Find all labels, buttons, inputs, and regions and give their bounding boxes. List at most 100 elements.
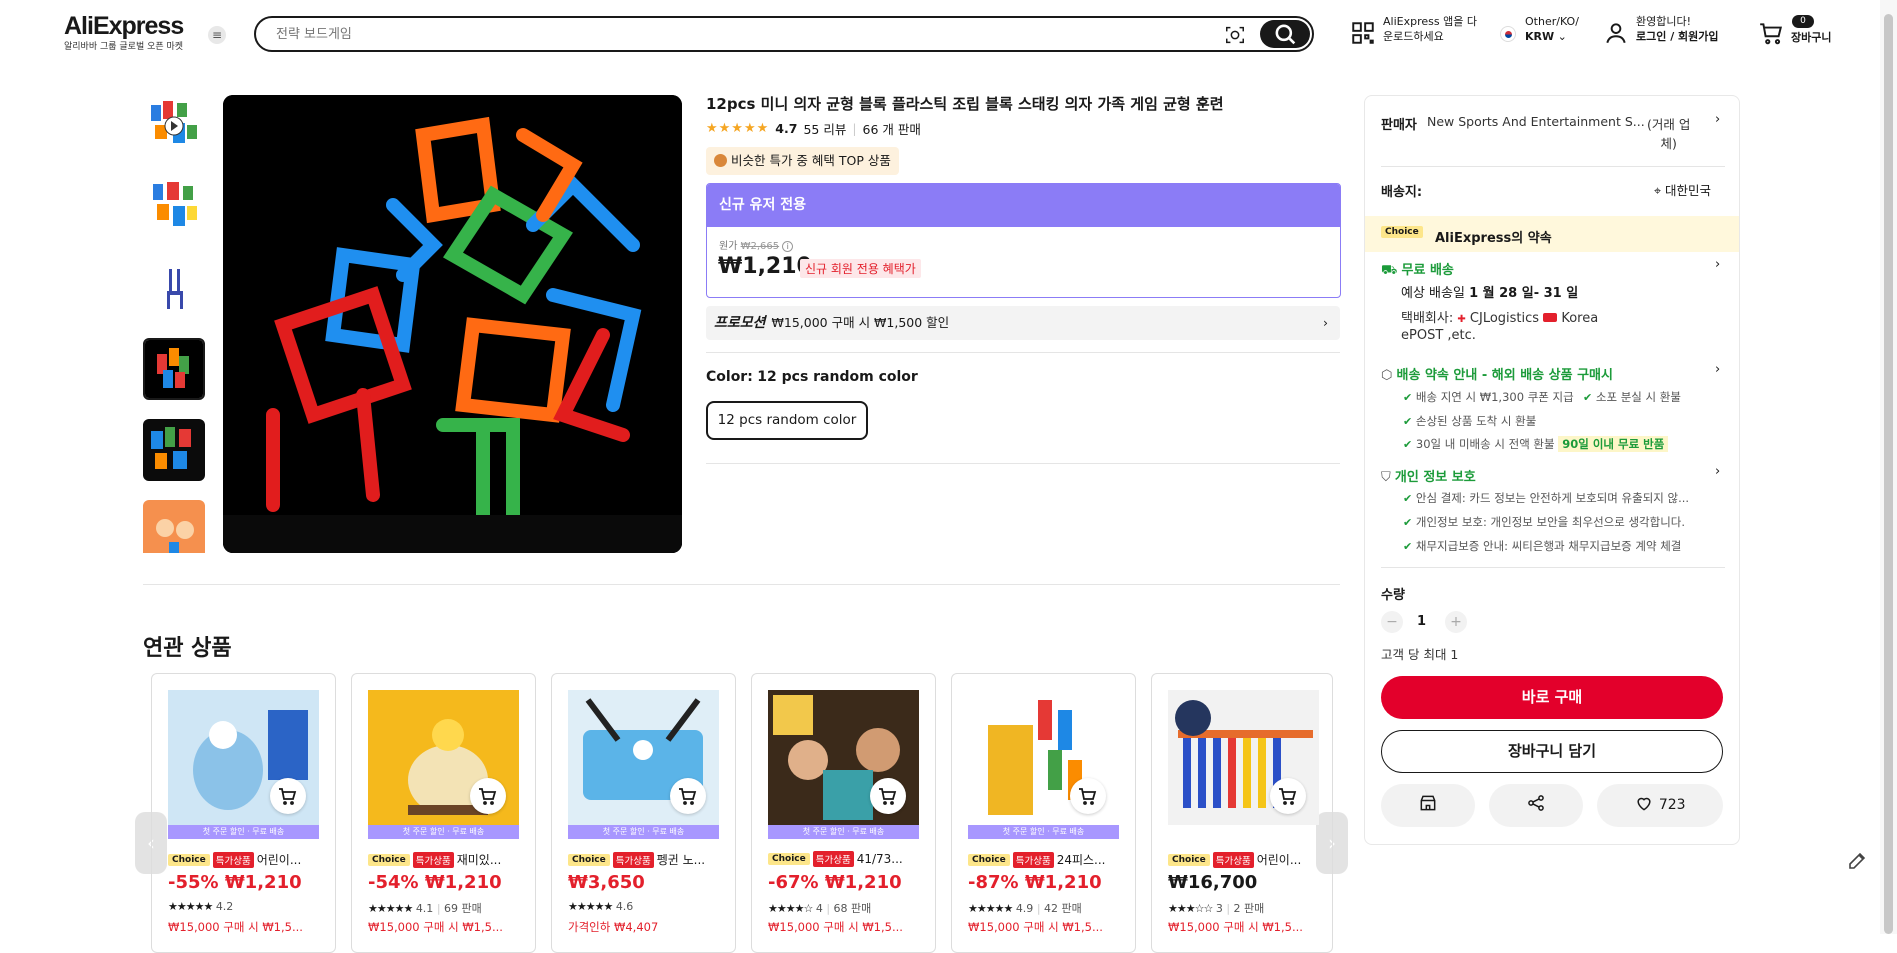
menu-icon[interactable]: ≡ (208, 26, 226, 44)
thumbnail-video[interactable] (143, 95, 205, 157)
thumbnail-image[interactable] (143, 500, 205, 553)
add-to-cart-button[interactable]: 장바구니 담기 (1381, 730, 1723, 773)
card-price: -87% ₩1,210 (968, 872, 1102, 893)
chevron-right-icon[interactable]: › (1715, 362, 1720, 377)
add-to-cart-icon[interactable] (870, 778, 906, 814)
thumbnail-image-selected[interactable] (143, 338, 205, 400)
account-link[interactable]: 환영합니다! 로그인 / 회원가입 (1636, 14, 1719, 44)
divider (1381, 567, 1725, 568)
privacy-item: ✔ 안심 결제: 카드 정보는 안전하게 보호되며 유출되지 않... (1403, 490, 1689, 506)
add-to-cart-icon[interactable] (670, 778, 706, 814)
promise-item-text: 손상된 상품 도착 시 환불 (1415, 414, 1537, 428)
chevron-right-icon[interactable]: › (1715, 464, 1720, 479)
quantity-decrease-button[interactable]: − (1381, 611, 1403, 633)
store-button[interactable] (1381, 784, 1475, 827)
cart-count-badge: 0 (1792, 15, 1814, 28)
main-product-image[interactable] (223, 95, 682, 553)
related-product-card[interactable]: 첫 주문 할인 · 무료 배송 Choice 특가상품 24피스... -87% ₩… (951, 673, 1136, 953)
region-currency-selector[interactable]: Other/KO/ KRW ⌄ (1525, 14, 1579, 44)
chevron-right-icon[interactable]: › (1715, 112, 1720, 127)
seller-row[interactable]: 판매자 (1381, 114, 1417, 133)
promo-band: 첫 주문 할인 · 무료 배송 (368, 825, 519, 839)
related-product-card[interactable]: 첫 주문 할인 · 무료 배송 Choice 특가상품 재미있... -54% ₩1… (351, 673, 536, 953)
wishlist-button[interactable]: 723 (1597, 784, 1723, 827)
related-products-heading: 연관 상품 (143, 636, 232, 661)
thumbnail-image[interactable] (143, 257, 205, 319)
promo-band: 첫 주문 할인 · 무료 배송 (768, 825, 919, 839)
qr-code-icon[interactable] (1350, 20, 1376, 46)
quantity-increase-button[interactable]: + (1445, 611, 1467, 633)
aliexpress-logo[interactable]: AliExpress 알리바바 그룹 글로벌 오픈 마켓 (64, 12, 184, 52)
download-app-link[interactable]: AliExpress 앱을 다 운로드하세요 (1383, 14, 1477, 44)
free-shipping-row[interactable]: ⛟ 무료 배송 (1381, 259, 1454, 280)
cart-icon[interactable] (1757, 20, 1785, 46)
seller-name[interactable]: New Sports And Entertainment S... (1427, 114, 1645, 129)
login-signup-link[interactable]: 로그인 / 회원가입 (1636, 30, 1719, 43)
feedback-edit-icon[interactable] (1846, 848, 1870, 872)
original-price-label: 원가 (719, 241, 738, 252)
quantity-value[interactable]: 1 (1417, 614, 1426, 629)
search-button[interactable] (1260, 20, 1310, 48)
related-product-card[interactable]: 첫 주문 할인 · 무료 배송 Choice 특가상품 어린이... -55% ₩1… (151, 673, 336, 953)
search-bar (254, 16, 1314, 52)
card-price: ₩3,650 (568, 872, 645, 893)
seller-label: 판매자 (1381, 118, 1417, 133)
delivery-promise-title: 배송 약속 안내 - 해외 배송 상품 구매시 (1396, 368, 1613, 383)
sale-chip: 특가상품 (412, 851, 454, 868)
sale-chip: 특가상품 (1212, 851, 1254, 868)
cart-label[interactable]: 장바구니 (1791, 30, 1831, 45)
add-to-cart-icon[interactable] (470, 778, 506, 814)
color-option-button[interactable]: 12 pcs random color (706, 401, 868, 440)
card-price: -55% ₩1,210 (168, 872, 302, 893)
page-scrollbar[interactable] (1880, 0, 1897, 934)
thumbnail-image[interactable] (143, 176, 205, 238)
search-input[interactable] (276, 24, 1176, 44)
promo-band: 첫 주문 할인 · 무료 배송 (568, 825, 719, 839)
ship-to-selector[interactable]: ⌖ 대한민국 (1654, 180, 1711, 199)
carrier-label: 택배회사: (1401, 311, 1454, 326)
image-search-icon[interactable] (1224, 24, 1246, 46)
korea-flag-icon (1500, 26, 1516, 42)
card-title: Choice 특가상품 24피스... (968, 851, 1128, 868)
card-sold: 69 판매 (444, 902, 482, 915)
thumbnail-image[interactable] (143, 419, 205, 481)
promotion-row[interactable]: 프로모션 ₩15,000 구매 시 ₩1,500 할인 › (706, 306, 1340, 340)
card-title: Choice 특가상품 어린이... (1168, 851, 1328, 868)
card-price: -67% ₩1,210 (768, 872, 902, 893)
user-icon[interactable] (1603, 20, 1629, 46)
section-divider (143, 584, 1340, 585)
share-button[interactable] (1489, 784, 1583, 827)
card-rating-value: 4.1 (415, 902, 434, 915)
color-label-key: Color: (706, 369, 753, 385)
share-icon (1528, 795, 1544, 811)
card-rating: ★★★★★ 4.9 | 42 판매 (968, 902, 1082, 915)
info-icon[interactable]: i (782, 241, 794, 252)
choice-chip: Choice (568, 853, 610, 866)
related-product-card[interactable]: 첫 주문 할인 · 무료 배송 Choice 특가상품 펭귄 노... ₩3,650… (551, 673, 736, 953)
divider (706, 352, 1340, 353)
choice-chip: Choice (968, 853, 1010, 866)
card-price: -54% ₩1,210 (368, 872, 502, 893)
check-icon: ✔ (1403, 492, 1413, 505)
card-rating-value: 4.2 (215, 900, 234, 913)
privacy-row[interactable]: ⛉ 개인 정보 보호 (1381, 466, 1476, 485)
original-price: 원가 ₩2,665 i (719, 237, 794, 252)
add-to-cart-icon[interactable] (1070, 778, 1106, 814)
scrollbar-thumb[interactable] (1884, 14, 1893, 934)
ship-to-value: 대한민국 (1665, 183, 1712, 198)
add-to-cart-icon[interactable] (270, 778, 306, 814)
review-count[interactable]: 55 리뷰 (803, 119, 846, 138)
new-user-header: 신규 유저 전용 (707, 184, 1340, 227)
related-product-card[interactable]: Choice 특가상품 어린이... ₩16,700 ★★★☆☆ 3 | 2 판매 … (1151, 673, 1333, 953)
delivery-promise-row[interactable]: ⬡ 배송 약속 안내 - 해외 배송 상품 구매시 (1381, 364, 1613, 383)
add-to-cart-icon[interactable] (1270, 778, 1306, 814)
card-title-text: 24피스... (1056, 853, 1106, 867)
promotion-label: 프로모션 (714, 315, 766, 331)
new-user-price-box: 신규 유저 전용 원가 ₩2,665 i ₩1,210 신규 회원 전용 혜택가 (706, 183, 1341, 298)
promo-band: 첫 주문 할인 · 무료 배송 (968, 825, 1119, 839)
related-product-card[interactable]: 첫 주문 할인 · 무료 배송 Choice 특가상품 41/73... -67% … (751, 673, 936, 953)
card-title-text: 어린이... (1256, 853, 1302, 867)
privacy-item: ✔ 채무지급보증 안내: 씨티은행과 채무지급보증 계약 체결 (1403, 538, 1681, 554)
chevron-right-icon[interactable]: › (1715, 257, 1720, 272)
buy-now-button[interactable]: 바로 구매 (1381, 676, 1723, 719)
